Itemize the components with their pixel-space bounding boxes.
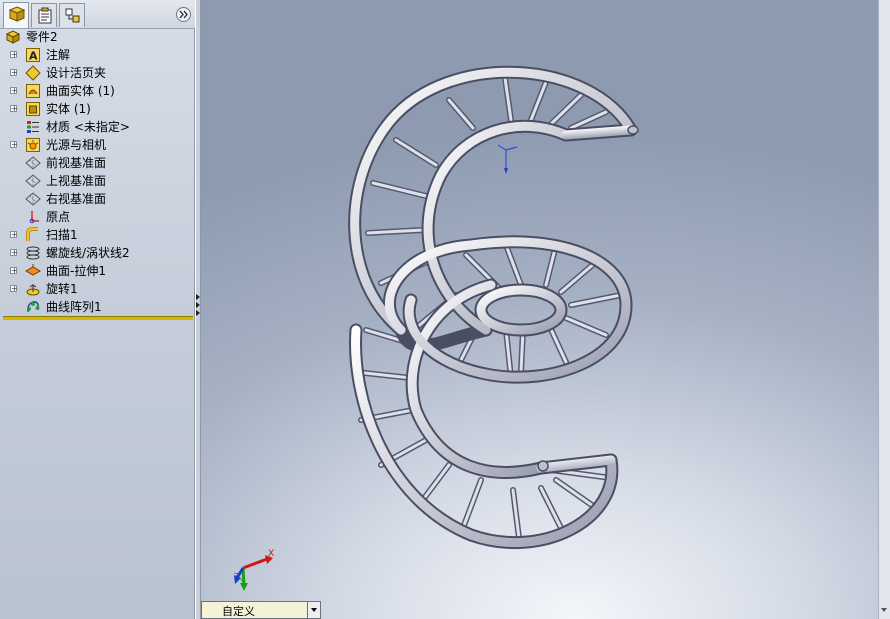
expand-plus-icon[interactable]: + — [10, 249, 18, 257]
surface-extrude-icon — [25, 264, 41, 276]
tree-item-lights-camera[interactable]: + 光源与相机 — [0, 136, 195, 154]
tab-propertymanager[interactable] — [31, 3, 57, 27]
model-view — [234, 65, 639, 591]
tree-item-label: 曲线阵列1 — [46, 300, 102, 314]
tree-item-label: 曲面实体 (1) — [46, 84, 115, 98]
tree-root-part[interactable]: 零件2 — [0, 28, 195, 46]
lights-camera-icon — [26, 138, 40, 152]
expand-plus-icon[interactable]: + — [10, 51, 18, 59]
feature-manager-tabbar — [0, 0, 195, 29]
expand-plus-icon[interactable]: + — [10, 105, 18, 113]
expand-plus-icon[interactable]: + — [10, 267, 18, 275]
tree-item-label: 光源与相机 — [46, 138, 107, 152]
tree-item-revolve[interactable]: + 旋转1 — [0, 280, 195, 298]
expand-plus-icon[interactable]: + — [10, 285, 18, 293]
tree-item-label: 扫描1 — [46, 228, 78, 242]
tree-item-curve-pattern[interactable]: 曲线阵列1 — [0, 298, 195, 316]
tree-item-material[interactable]: 材质 <未指定> — [0, 118, 195, 136]
material-icon — [27, 121, 39, 133]
tree-item-top-plane[interactable]: 上视基准面 — [0, 172, 195, 190]
expand-plus-icon[interactable]: + — [10, 141, 18, 149]
tree-item-origin[interactable]: 原点 — [0, 208, 195, 226]
configuration-icon — [65, 8, 80, 23]
tree-item-label: 右视基准面 — [46, 192, 107, 206]
double-chevron-right-icon[interactable] — [176, 7, 191, 22]
scroll-down-arrow-icon[interactable] — [879, 605, 889, 615]
solid-body-icon — [26, 102, 40, 116]
expand-plus-icon[interactable]: + — [10, 69, 18, 77]
property-icon — [38, 7, 52, 24]
tree-item-helix[interactable]: + 螺旋线/涡状线2 — [0, 244, 195, 262]
tree-item-right-plane[interactable]: 右视基准面 — [0, 190, 195, 208]
tree-item-label: 实体 (1) — [46, 102, 91, 116]
tab-configurationmanager[interactable] — [59, 3, 85, 27]
svg-text:A: A — [29, 50, 38, 63]
design-binder-icon — [25, 65, 41, 81]
expand-plus-icon[interactable]: + — [10, 87, 18, 95]
helix-icon — [26, 246, 40, 260]
feature-tree-icon — [8, 6, 26, 22]
dropdown-arrow-icon[interactable] — [307, 602, 320, 618]
part-icon — [5, 30, 21, 44]
feature-tree: 零件2 + A 注解 + 设计活页夹 + 曲面实体 (1) + 实体 (1) 材… — [0, 28, 195, 316]
tree-item-label: 材质 <未指定> — [46, 120, 130, 134]
feature-manager-panel: 零件2 + A 注解 + 设计活页夹 + 曲面实体 (1) + 实体 (1) 材… — [0, 0, 195, 619]
origin-icon — [29, 211, 39, 224]
tree-item-front-plane[interactable]: 前视基准面 — [0, 154, 195, 172]
tree-item-sweep[interactable]: + 扫描1 — [0, 226, 195, 244]
tree-item-label: 设计活页夹 — [46, 66, 107, 80]
tree-item-design-binder[interactable]: + 设计活页夹 — [0, 64, 195, 82]
expand-plus-icon[interactable]: + — [10, 231, 18, 239]
tree-item-label: 旋转1 — [46, 282, 78, 296]
configuration-select[interactable]: 自定义 — [201, 601, 321, 619]
tree-item-label: 原点 — [46, 210, 71, 224]
spiral-staircase-model[interactable] — [348, 65, 639, 550]
triad-y-label: Y — [240, 578, 246, 588]
annotation-icon: A — [26, 48, 40, 63]
tree-item-solid-bodies[interactable]: + 实体 (1) — [0, 100, 195, 118]
model-origin-icon — [497, 144, 518, 174]
tree-root-label: 零件2 — [26, 30, 58, 44]
graphics-viewport[interactable]: X Y Z — [201, 0, 878, 619]
curve-pattern-icon — [27, 301, 40, 313]
tab-featuremanager[interactable] — [3, 2, 29, 28]
tree-item-label: 注解 — [46, 48, 71, 62]
triad-z-label: Z — [234, 572, 240, 581]
sweep-icon — [26, 227, 38, 241]
tree-item-label: 螺旋线/涡状线2 — [46, 246, 130, 260]
viewport-scrollbar[interactable] — [878, 0, 890, 619]
tree-item-surface-bodies[interactable]: + 曲面实体 (1) — [0, 82, 195, 100]
rollback-bar[interactable] — [3, 316, 193, 320]
revolve-icon — [26, 284, 40, 296]
plane-icon — [25, 174, 41, 188]
tree-item-annotations[interactable]: + A 注解 — [0, 46, 195, 64]
plane-icon — [25, 192, 41, 206]
tree-item-label: 上视基准面 — [46, 174, 107, 188]
tree-item-surface-extrude[interactable]: + 曲面-拉伸1 — [0, 262, 195, 280]
configuration-value: 自定义 — [222, 605, 255, 618]
triad-x-label: X — [268, 549, 275, 559]
plane-icon — [25, 156, 41, 170]
tree-item-label: 前视基准面 — [46, 156, 107, 170]
splitter-grip-icon[interactable] — [196, 292, 200, 316]
surface-body-icon — [26, 84, 40, 98]
tree-item-label: 曲面-拉伸1 — [46, 264, 106, 278]
